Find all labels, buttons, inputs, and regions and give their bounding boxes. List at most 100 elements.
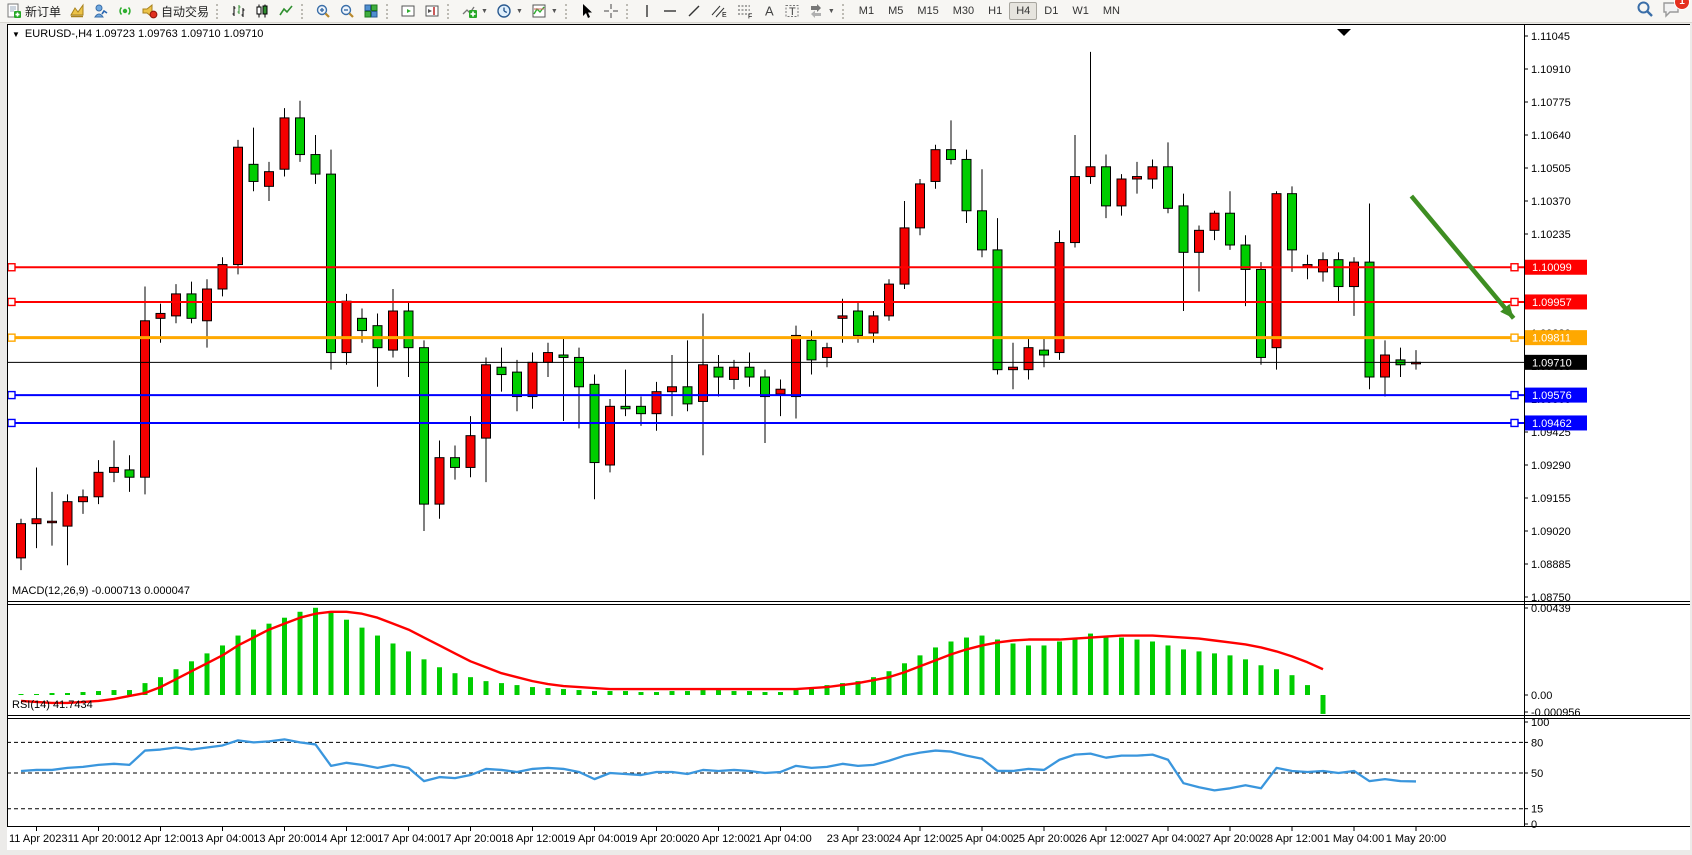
timeframe-w1[interactable]: W1 [1065,2,1096,20]
candle [1055,243,1064,353]
candle [1195,230,1204,252]
channel-tool-button[interactable]: E [706,1,732,21]
macd-histogram-bar [174,669,179,695]
candle [559,355,568,357]
horizontal-line-tool-button[interactable] [658,1,682,21]
cursor-icon [579,3,595,19]
price-axis-label: 1.09020 [1531,526,1571,538]
line-handle[interactable] [1511,419,1518,426]
toolbar-grip [386,4,392,19]
candle [342,301,351,352]
timeframe-h1[interactable]: H1 [981,2,1009,20]
candle [1350,262,1359,286]
periods-button[interactable]: ▼ [492,1,527,21]
bar-chart-mode-button[interactable] [226,1,250,21]
timeframe-m5[interactable]: M5 [881,2,910,20]
price-axis-label: 1.11045 [1531,31,1570,43]
toolbar-grip [447,4,453,19]
tester-icon [93,3,109,19]
line-handle[interactable] [8,392,15,399]
macd-histogram-bar [515,685,520,695]
candle [203,289,212,321]
new-order-button[interactable]: 新订单 [2,1,65,21]
rsi-axis-label: 80 [1531,737,1543,749]
timeframe-h4[interactable]: H4 [1009,2,1037,20]
svg-text:T: T [789,6,796,18]
macd-histogram-bar [1197,651,1202,695]
timeframe-m15[interactable]: M15 [910,2,945,20]
candle [823,348,832,358]
candle [1117,179,1126,206]
line-handle[interactable] [1511,334,1518,341]
macd-name: MACD(12,26,9) [12,585,88,597]
line-chart-mode-button[interactable] [274,1,298,21]
line-handle[interactable] [8,298,15,305]
macd-histogram-bar [561,689,566,695]
text-tool-button[interactable]: A [758,1,780,21]
macd-histogram-bar [623,691,628,695]
macd-histogram-bar [329,612,334,695]
zoom-in-button[interactable] [311,1,335,21]
cursor-tool-button[interactable] [575,1,599,21]
line-handle[interactable] [8,419,15,426]
market-depth-button[interactable] [65,1,89,21]
auto-trading-button[interactable]: 自动交易 [137,1,213,21]
line-handle[interactable] [1511,298,1518,305]
line-handle[interactable] [8,334,15,341]
arrows-tool-button[interactable]: ▼ [804,1,839,21]
candle [17,524,26,558]
search-icon[interactable] [1636,0,1654,23]
indicators-button[interactable]: ▼ [457,1,492,21]
time-axis-label: 13 Apr 20:00 [253,833,315,845]
templates-button[interactable]: ▼ [527,1,562,21]
macd-histogram-bar [1104,636,1109,695]
crosshair-tool-button[interactable] [599,1,623,21]
macd-indicator-label: MACD(12,26,9) -0.000713 0.000047 [12,585,190,597]
timeframe-m30[interactable]: M30 [946,2,981,20]
price-tag-label: 1.09957 [1532,297,1572,309]
candle [621,406,630,408]
trendline-icon [686,3,702,19]
candlestick-mode-button[interactable] [250,1,274,21]
macd-histogram-bar [747,691,752,695]
new-order-icon [6,3,22,19]
signals-button[interactable] [113,1,137,21]
time-axis-label: 18 Apr 12:00 [501,833,563,845]
trendline-tool-button[interactable] [682,1,706,21]
text-label-tool-button[interactable]: T [780,1,804,21]
time-axis-label: 27 Apr 04:00 [1137,833,1199,845]
timeframe-m1[interactable]: M1 [852,2,881,20]
timeframe-mn[interactable]: MN [1096,2,1127,20]
candle [916,184,925,228]
line-handle[interactable] [1511,264,1518,271]
chart-canvas[interactable]: 1.110451.109101.107751.106401.105051.103… [7,24,1690,850]
strategy-tester-button[interactable] [89,1,113,21]
chat-button[interactable]: 1 [1662,0,1682,23]
candle [637,406,646,413]
auto-scroll-button[interactable] [396,1,420,21]
vertical-line-tool-button[interactable] [636,1,658,21]
chart-window[interactable]: 1.110451.109101.107751.106401.105051.103… [7,24,1690,850]
tile-windows-button[interactable] [359,1,383,21]
candle [854,311,863,335]
chart-shift-button[interactable] [420,1,444,21]
auto-trading-icon [141,3,158,19]
symbol-dropdown-icon[interactable]: ▼ [12,30,20,39]
line-handle[interactable] [1511,392,1518,399]
candle [156,313,165,318]
candle [900,228,909,284]
time-axis-label: 19 Apr 04:00 [563,833,625,845]
horizontal-line-icon [662,3,678,19]
macd-histogram-bar [546,688,551,695]
line-handle[interactable] [8,264,15,271]
macd-histogram-bar [933,647,938,695]
timeframe-d1[interactable]: D1 [1037,2,1065,20]
macd-histogram-bar [1026,645,1031,695]
candle [1257,269,1266,357]
macd-histogram-bar [1150,641,1155,695]
macd-histogram-bar [685,691,690,695]
zoom-out-button[interactable] [335,1,359,21]
candle [792,335,801,396]
fibonacci-tool-button[interactable]: F [732,1,758,21]
candle [1009,367,1018,369]
